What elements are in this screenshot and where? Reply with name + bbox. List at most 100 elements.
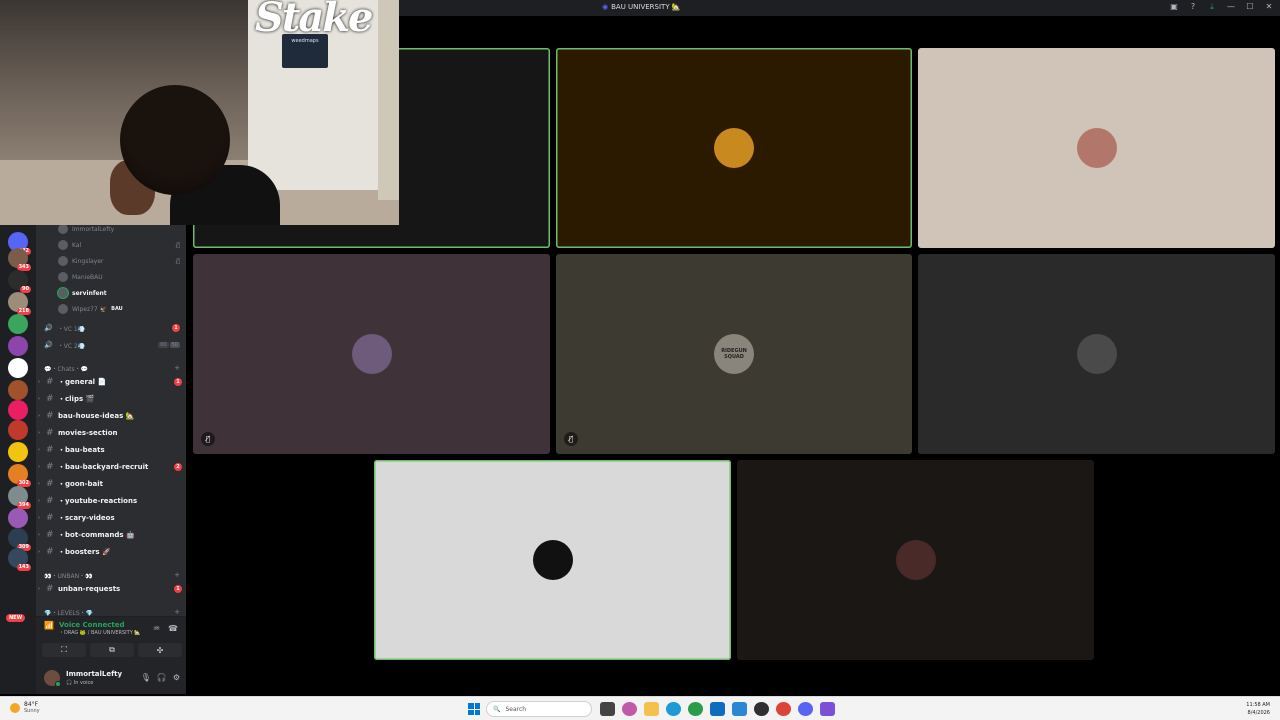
weather-widget[interactable]: 84°F Sunny: [10, 701, 40, 714]
voice-user-row[interactable]: Kingslayer 🎙̸: [58, 254, 180, 268]
voice-status-label[interactable]: Voice Connected: [59, 621, 141, 629]
system-clock[interactable]: 11:58 AM 8/4/2026: [1246, 701, 1270, 717]
server-icon[interactable]: [8, 380, 28, 400]
disconnect-icon[interactable]: ☎: [168, 624, 178, 633]
category-header[interactable]: 👀・UNBAN・👀 +: [44, 569, 180, 581]
webcam-door: [378, 0, 399, 200]
discord-icon[interactable]: [798, 702, 813, 716]
server-icon[interactable]: 309: [8, 528, 31, 551]
activities-icon: ✣: [156, 645, 164, 655]
file-explorer-icon[interactable]: [644, 702, 659, 716]
text-channel[interactable]: › # ・general 📄 1: [36, 374, 182, 390]
maximize-button[interactable]: ☐: [1245, 2, 1255, 12]
app-grid-icon[interactable]: [820, 702, 835, 716]
server-icon[interactable]: 143: [8, 548, 31, 571]
camera-toggle-button[interactable]: ⛶: [42, 643, 86, 657]
text-channel[interactable]: › # bau-house-ideas 🏡: [36, 408, 182, 424]
chrome-alt-icon[interactable]: [776, 702, 791, 716]
channel-name: ・scary-videos: [58, 514, 115, 522]
window-controls: ▣ ? ⤓ — ☐ ✕: [1169, 2, 1274, 12]
activities-button[interactable]: ✣: [138, 643, 182, 657]
text-channel[interactable]: › # ・bot-commands 🤖: [36, 527, 182, 543]
hash-icon: #: [46, 513, 54, 523]
copilot-icon[interactable]: [622, 702, 637, 716]
server-icon[interactable]: 343: [8, 248, 31, 271]
minimize-button[interactable]: —: [1226, 2, 1236, 12]
close-button[interactable]: ✕: [1264, 2, 1274, 12]
server-icon[interactable]: [8, 358, 28, 378]
participant-video-tile[interactable]: [556, 48, 912, 248]
server-icon[interactable]: [8, 420, 28, 440]
participant-avatar: [351, 334, 392, 374]
voice-user-row[interactable]: Wipez77 🦅 BAU: [58, 302, 180, 316]
server-icon[interactable]: 394: [8, 486, 31, 509]
mail-icon[interactable]: [710, 702, 725, 716]
inbox-icon[interactable]: ▣: [1169, 2, 1179, 12]
text-channel[interactable]: › # ・goon-bait: [36, 476, 182, 492]
participant-video-tile[interactable]: [918, 254, 1275, 454]
category-header[interactable]: 💬・Chats・💬 +: [44, 362, 180, 374]
download-icon[interactable]: ⤓: [1207, 2, 1217, 12]
help-icon[interactable]: ?: [1188, 2, 1198, 12]
add-channel-icon[interactable]: +: [174, 364, 180, 372]
voice-user-row[interactable]: Kal 🎙̸: [58, 238, 180, 252]
text-channel[interactable]: › # movies-section: [36, 425, 182, 441]
voice-location[interactable]: ・DRAG 🐸 / BAU UNIVERSITY 🏡: [59, 629, 141, 636]
text-channel[interactable]: › # ・youtube-reactions: [36, 493, 182, 509]
text-channel[interactable]: › # ・scary-videos: [36, 510, 182, 526]
collapse-caret-icon: ›: [38, 515, 41, 521]
category-header[interactable]: 💎・LEVELS・💎 +: [44, 606, 180, 618]
server-icon[interactable]: [8, 442, 28, 462]
voice-user-row[interactable]: servinfent: [58, 286, 180, 300]
participant-video-tile[interactable]: 🎙̸: [193, 254, 550, 454]
edge-icon[interactable]: [666, 702, 681, 716]
store-icon[interactable]: [732, 702, 747, 716]
text-channel[interactable]: › # ・bau-backyard-recruit 2: [36, 459, 182, 475]
participant-video-tile[interactable]: [374, 460, 731, 660]
settings-gear-icon[interactable]: ⚙: [173, 673, 180, 682]
server-icon[interactable]: 302: [8, 464, 31, 487]
chrome-icon[interactable]: [688, 702, 703, 716]
task-view-icon[interactable]: [600, 702, 615, 716]
add-channel-icon[interactable]: +: [174, 571, 180, 579]
participant-video-tile[interactable]: RIDEGUN SQUAD 🎙̸: [556, 254, 912, 454]
collapse-caret-icon: ›: [38, 464, 41, 470]
noise-suppression-icon[interactable]: ♒: [153, 624, 160, 633]
participant-video-tile[interactable]: [918, 48, 1275, 248]
server-icon[interactable]: [8, 336, 28, 356]
server-icon[interactable]: [8, 508, 28, 528]
signal-icon[interactable]: 📶: [44, 621, 54, 630]
collapse-caret-icon: ›: [38, 379, 41, 385]
voice-channel[interactable]: 🔊 ・VC 1💨 1: [44, 321, 180, 335]
user-avatar: [58, 304, 68, 314]
channel-name: movies-section: [58, 429, 118, 437]
participant-video-tile[interactable]: [737, 460, 1094, 660]
window-title: ◉ BAU UNIVERSITY 🏡: [602, 3, 681, 11]
voice-user-row[interactable]: ManieBAU: [58, 270, 180, 284]
server-icon[interactable]: 90: [8, 270, 31, 293]
user-avatar: [58, 256, 68, 266]
collapse-caret-icon: ›: [38, 481, 41, 487]
voice-channel[interactable]: 🔊 ・VC 2💨 00 50: [44, 338, 180, 352]
text-channel[interactable]: › # unban-requests 1: [36, 581, 182, 597]
add-channel-icon[interactable]: +: [174, 608, 180, 616]
headphones-icon[interactable]: 🎧: [157, 673, 167, 682]
text-channel[interactable]: › # ・clips 🎬: [36, 391, 182, 407]
start-button[interactable]: [468, 703, 480, 715]
screen-share-icon: ⧉: [109, 645, 115, 654]
muted-mic-icon: 🎙̸: [176, 241, 180, 249]
taskbar-search[interactable]: 🔍 Search: [486, 701, 592, 717]
microphone-icon[interactable]: 🎙: [141, 673, 151, 682]
obs-icon[interactable]: [754, 702, 769, 716]
server-icon[interactable]: [8, 400, 28, 420]
screen-share-button[interactable]: ⧉: [90, 643, 134, 657]
server-icon[interactable]: [8, 314, 28, 334]
text-channel[interactable]: › # ・boosters 🚀: [36, 544, 182, 560]
server-icon[interactable]: 218: [8, 292, 31, 315]
text-channel[interactable]: › # ・bau-beats: [36, 442, 182, 458]
user-panel[interactable]: ImmortalLefty 🎧 In voice 🎙 🎧 ⚙: [36, 664, 186, 694]
unread-badge: 1: [172, 324, 180, 332]
channel-name: ・bot-commands 🤖: [58, 531, 135, 539]
channel-name: ・goon-bait: [58, 480, 103, 488]
channel-name: ・bau-backyard-recruit: [58, 463, 149, 471]
